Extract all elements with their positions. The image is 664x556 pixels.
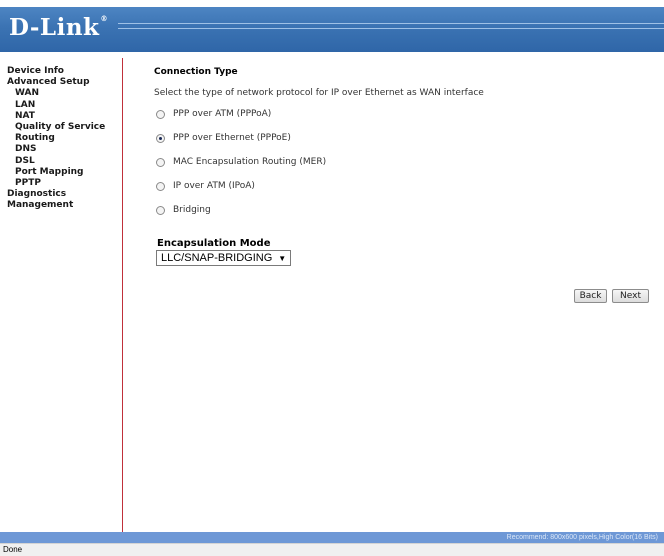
sidebar-item-nat[interactable]: NAT bbox=[7, 111, 105, 122]
header-stripe bbox=[118, 23, 664, 24]
sidebar-item-device-info[interactable]: Device Info bbox=[7, 66, 105, 77]
nav-list: Device Info Advanced Setup WAN LAN NAT Qualit… bbox=[7, 66, 105, 212]
page-description: Select the type of network protocol for … bbox=[154, 88, 484, 98]
option-ipoa[interactable]: IP over ATM (IPoA) bbox=[156, 181, 255, 191]
radio-pppoa[interactable] bbox=[156, 109, 165, 119]
footer-bar: Recommend: 800x600 pixels,High Color(16 … bbox=[0, 532, 664, 543]
sidebar-item-lan[interactable]: LAN bbox=[7, 100, 105, 111]
sidebar-nav: Device Info Advanced Setup WAN LAN NAT Qualit… bbox=[0, 58, 123, 532]
option-label: IP over ATM (IPoA) bbox=[173, 181, 255, 191]
sidebar-item-dns[interactable]: DNS bbox=[7, 144, 105, 155]
option-label: MAC Encapsulation Routing (MER) bbox=[173, 157, 327, 167]
option-mer[interactable]: MAC Encapsulation Routing (MER) bbox=[156, 157, 326, 167]
chevron-down-icon: ▼ bbox=[278, 253, 287, 263]
option-label: PPP over Ethernet (PPPoE) bbox=[173, 133, 291, 143]
page-title: Connection Type bbox=[154, 67, 238, 77]
next-button[interactable]: Next bbox=[612, 289, 649, 303]
radio-bridging[interactable] bbox=[156, 205, 165, 215]
radio-mer[interactable] bbox=[156, 157, 165, 167]
select-value: LLC/SNAP-BRIDGING bbox=[161, 252, 273, 264]
status-text: Done bbox=[3, 545, 23, 554]
sidebar-item-pptp[interactable]: PPTP bbox=[7, 178, 105, 189]
browser-status-bar: Done bbox=[0, 543, 664, 556]
option-pppoa[interactable]: PPP over ATM (PPPoA) bbox=[156, 109, 271, 119]
radio-ipoa[interactable] bbox=[156, 181, 165, 191]
sidebar-item-port-mapping[interactable]: Port Mapping bbox=[7, 167, 105, 178]
sidebar-item-dsl[interactable]: DSL bbox=[7, 156, 105, 167]
encapsulation-mode-select[interactable]: LLC/SNAP-BRIDGING ▼ bbox=[156, 250, 292, 266]
option-label: Bridging bbox=[173, 205, 211, 215]
option-label: PPP over ATM (PPPoA) bbox=[173, 109, 272, 119]
encapsulation-mode-label: Encapsulation Mode bbox=[157, 238, 271, 249]
dlink-logo: D-Link® bbox=[9, 14, 108, 41]
header-banner: D-Link® bbox=[0, 0, 664, 58]
main-content: Connection Type Select the type of netwo… bbox=[123, 58, 664, 532]
sidebar-item-diagnostics[interactable]: Diagnostics bbox=[7, 189, 105, 200]
option-bridging[interactable]: Bridging bbox=[156, 205, 211, 215]
sidebar-item-quality-of-service[interactable]: Quality of Service bbox=[7, 122, 105, 133]
option-pppoe[interactable]: PPP over Ethernet (PPPoE) bbox=[156, 133, 291, 143]
back-button[interactable]: Back bbox=[574, 289, 607, 303]
radio-pppoe[interactable] bbox=[156, 133, 165, 143]
sidebar-item-advanced-setup[interactable]: Advanced Setup bbox=[7, 77, 105, 88]
header-stripe bbox=[118, 28, 664, 29]
sidebar-item-wan[interactable]: WAN bbox=[7, 88, 105, 99]
sidebar-item-routing[interactable]: Routing bbox=[7, 133, 105, 144]
footer-recommend-text: Recommend: 800x600 pixels,High Color(16 … bbox=[506, 534, 658, 541]
sidebar-item-management[interactable]: Management bbox=[7, 200, 105, 211]
